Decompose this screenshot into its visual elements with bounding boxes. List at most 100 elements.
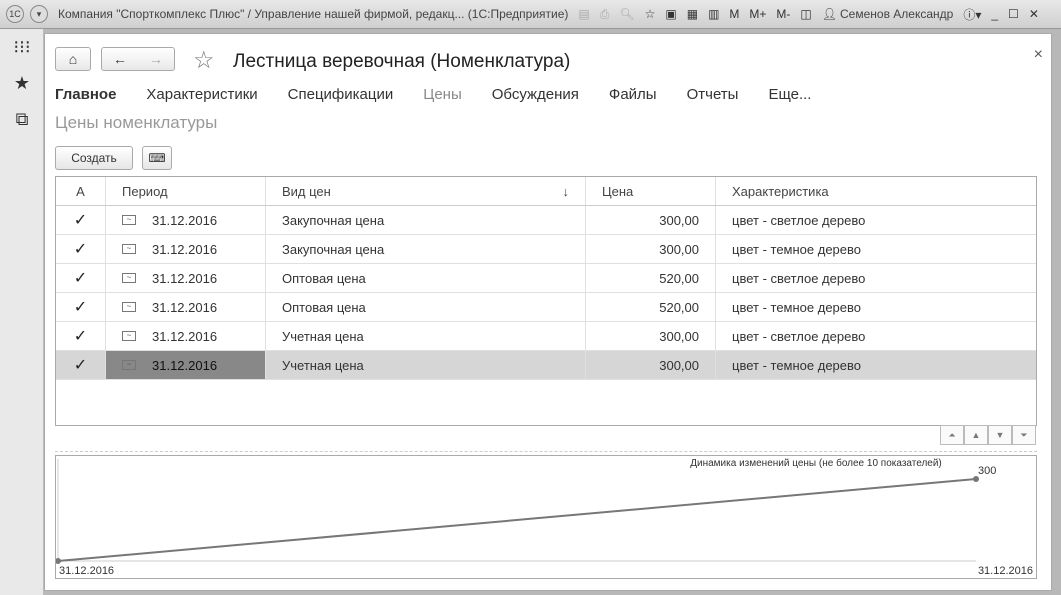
keyboard-icon: ⌨ bbox=[148, 151, 166, 165]
scroll-down-button[interactable]: ▼ bbox=[988, 425, 1012, 445]
close-form-icon[interactable]: × bbox=[1034, 46, 1043, 64]
characteristic-cell: цвет - темное дерево bbox=[732, 299, 862, 315]
home-icon: ⌂ bbox=[68, 51, 78, 67]
characteristic-cell: цвет - темное дерево bbox=[732, 241, 862, 257]
calculator-icon[interactable]: ▦ bbox=[687, 7, 698, 21]
title-bar: 1С ▾ Компания "Спорткомплекс Плюс" / Упр… bbox=[0, 0, 1061, 29]
nav-buttons: ← → bbox=[101, 47, 175, 71]
tab-prices[interactable]: Цены bbox=[423, 86, 462, 103]
period-record-icon: ~ bbox=[122, 360, 136, 370]
table-row[interactable]: ✓ ~31.12.2016 Оптовая цена 520,00 цвет -… bbox=[56, 293, 1036, 322]
scroll-up-button[interactable]: ▲ bbox=[964, 425, 988, 445]
memory-m-button[interactable]: M bbox=[729, 7, 739, 21]
tab-files[interactable]: Файлы bbox=[609, 86, 657, 103]
period-record-icon: ~ bbox=[122, 331, 136, 341]
user-name[interactable]: Семенов Александр bbox=[840, 7, 953, 21]
check-icon: ✓ bbox=[73, 241, 88, 258]
splitter[interactable] bbox=[55, 451, 1037, 452]
scroll-top-button[interactable]: ⏶ bbox=[940, 425, 964, 445]
table-row[interactable]: ✓ ~31.12.2016 Закупочная цена 300,00 цве… bbox=[56, 235, 1036, 264]
characteristic-cell: цвет - темное дерево bbox=[732, 357, 862, 373]
tab-more[interactable]: Еще... bbox=[768, 86, 811, 103]
section-title: Цены номенклатуры bbox=[55, 113, 218, 132]
forward-arrow-icon[interactable]: → bbox=[149, 51, 163, 67]
data-point bbox=[55, 558, 61, 564]
memory-plus-button[interactable]: M+ bbox=[749, 7, 766, 21]
save-icon[interactable]: ▤ bbox=[578, 7, 589, 21]
history-icon[interactable]: ⧉ bbox=[0, 101, 44, 137]
memory-minus-button[interactable]: M- bbox=[776, 7, 790, 21]
characteristic-cell: цвет - светлое дерево bbox=[732, 270, 866, 286]
main-menu-icon[interactable]: ▾ bbox=[30, 5, 48, 23]
x-tick-label: 31.12.2016 bbox=[59, 565, 114, 577]
period-cell: 31.12.2016 bbox=[152, 299, 218, 315]
panels-icon[interactable]: ◫ bbox=[800, 7, 811, 21]
prices-table: А Период Вид цен ↓ Цена Характеристика ✓ … bbox=[55, 176, 1037, 426]
back-arrow-icon[interactable]: ← bbox=[113, 51, 127, 67]
tab-characteristics[interactable]: Характеристики bbox=[146, 86, 257, 103]
col-price-type-label: Вид цен bbox=[282, 183, 331, 199]
col-period[interactable]: Период bbox=[106, 177, 266, 205]
period-cell: 31.12.2016 bbox=[152, 357, 218, 373]
table-row[interactable]: ✓ ~31.12.2016 Учетная цена 300,00 цвет -… bbox=[56, 351, 1036, 380]
period-cell: 31.12.2016 bbox=[152, 241, 218, 257]
price-type-cell: Закупочная цена bbox=[282, 212, 385, 228]
data-label: 300 bbox=[978, 465, 996, 477]
check-icon: ✓ bbox=[73, 357, 88, 374]
barcode-button[interactable]: ⌨ bbox=[142, 146, 172, 170]
preview-icon[interactable]: 🔍︎ bbox=[619, 7, 634, 21]
chart-svg: Динамика изменений цены (не более 10 пок… bbox=[55, 457, 1033, 577]
price-cell: 300,00 bbox=[659, 241, 699, 257]
col-price-type[interactable]: Вид цен ↓ bbox=[266, 177, 586, 205]
tab-specifications[interactable]: Спецификации bbox=[288, 86, 394, 103]
user-icon: 👤︎ bbox=[821, 7, 837, 21]
page-title: Лестница веревочная (Номенклатура) bbox=[233, 51, 571, 72]
price-type-cell: Учетная цена bbox=[282, 357, 364, 373]
characteristic-cell: цвет - светлое дерево bbox=[732, 212, 866, 228]
bookmark-icon[interactable]: ▣ bbox=[665, 7, 676, 21]
favorites-star-icon[interactable]: ★ bbox=[0, 65, 44, 101]
app-logo-icon[interactable]: 1С bbox=[6, 5, 24, 23]
price-type-cell: Учетная цена bbox=[282, 328, 364, 344]
close-window-icon[interactable]: ✕ bbox=[1029, 7, 1039, 21]
favorite-star-icon[interactable]: ☆ bbox=[193, 46, 215, 75]
table-row[interactable]: ✓ ~31.12.2016 Учетная цена 300,00 цвет -… bbox=[56, 322, 1036, 351]
table-row[interactable]: ✓ ~31.12.2016 Оптовая цена 520,00 цвет -… bbox=[56, 264, 1036, 293]
tab-discussions[interactable]: Обсуждения bbox=[492, 86, 579, 103]
col-price[interactable]: Цена bbox=[586, 177, 716, 205]
col-characteristic[interactable]: Характеристика bbox=[716, 177, 1036, 205]
period-record-icon: ~ bbox=[122, 215, 136, 225]
col-active[interactable]: А bbox=[56, 177, 106, 205]
period-record-icon: ~ bbox=[122, 244, 136, 254]
sidebar: ⁝⁝⁝ ★ ⧉ bbox=[0, 29, 44, 595]
calendar-icon[interactable]: ▥ bbox=[708, 7, 719, 21]
price-type-cell: Оптовая цена bbox=[282, 299, 366, 315]
info-icon[interactable]: ⓘ▾ bbox=[963, 6, 981, 23]
form-panel: ⌂ ← → ☆ Лестница веревочная (Номенклатура… bbox=[44, 33, 1052, 591]
tabs: Главное Характеристики Спецификации Цены… bbox=[55, 86, 811, 103]
scroll-bottom-button[interactable]: ⏷ bbox=[1012, 425, 1036, 445]
favorites-icon[interactable]: ☆ bbox=[645, 7, 656, 21]
period-record-icon: ~ bbox=[122, 273, 136, 283]
price-cell: 300,00 bbox=[659, 328, 699, 344]
check-icon: ✓ bbox=[73, 270, 88, 287]
maximize-icon[interactable]: ☐ bbox=[1008, 7, 1019, 21]
print-icon[interactable]: ⎙ bbox=[600, 7, 610, 22]
table-row[interactable]: ✓ ~31.12.2016 Закупочная цена 300,00 цве… bbox=[56, 206, 1036, 235]
characteristic-cell: цвет - светлое дерево bbox=[732, 328, 866, 344]
x-tick-label: 31.12.2016 bbox=[978, 565, 1033, 577]
check-icon: ✓ bbox=[73, 328, 88, 345]
price-cell: 300,00 bbox=[659, 212, 699, 228]
minimize-icon[interactable]: _ bbox=[991, 7, 998, 21]
home-button[interactable]: ⌂ bbox=[55, 47, 91, 71]
period-cell: 31.12.2016 bbox=[152, 270, 218, 286]
table-header: А Период Вид цен ↓ Цена Характеристика bbox=[56, 177, 1036, 206]
sort-down-icon: ↓ bbox=[562, 183, 570, 199]
price-cell: 520,00 bbox=[659, 270, 699, 286]
tab-reports[interactable]: Отчеты bbox=[687, 86, 739, 103]
chart-title: Динамика изменений цены (не более 10 пок… bbox=[690, 457, 942, 469]
create-button[interactable]: Создать bbox=[55, 146, 133, 170]
tab-main[interactable]: Главное bbox=[55, 86, 116, 103]
sections-menu-icon[interactable]: ⁝⁝⁝ bbox=[0, 29, 44, 65]
check-icon: ✓ bbox=[73, 299, 88, 316]
